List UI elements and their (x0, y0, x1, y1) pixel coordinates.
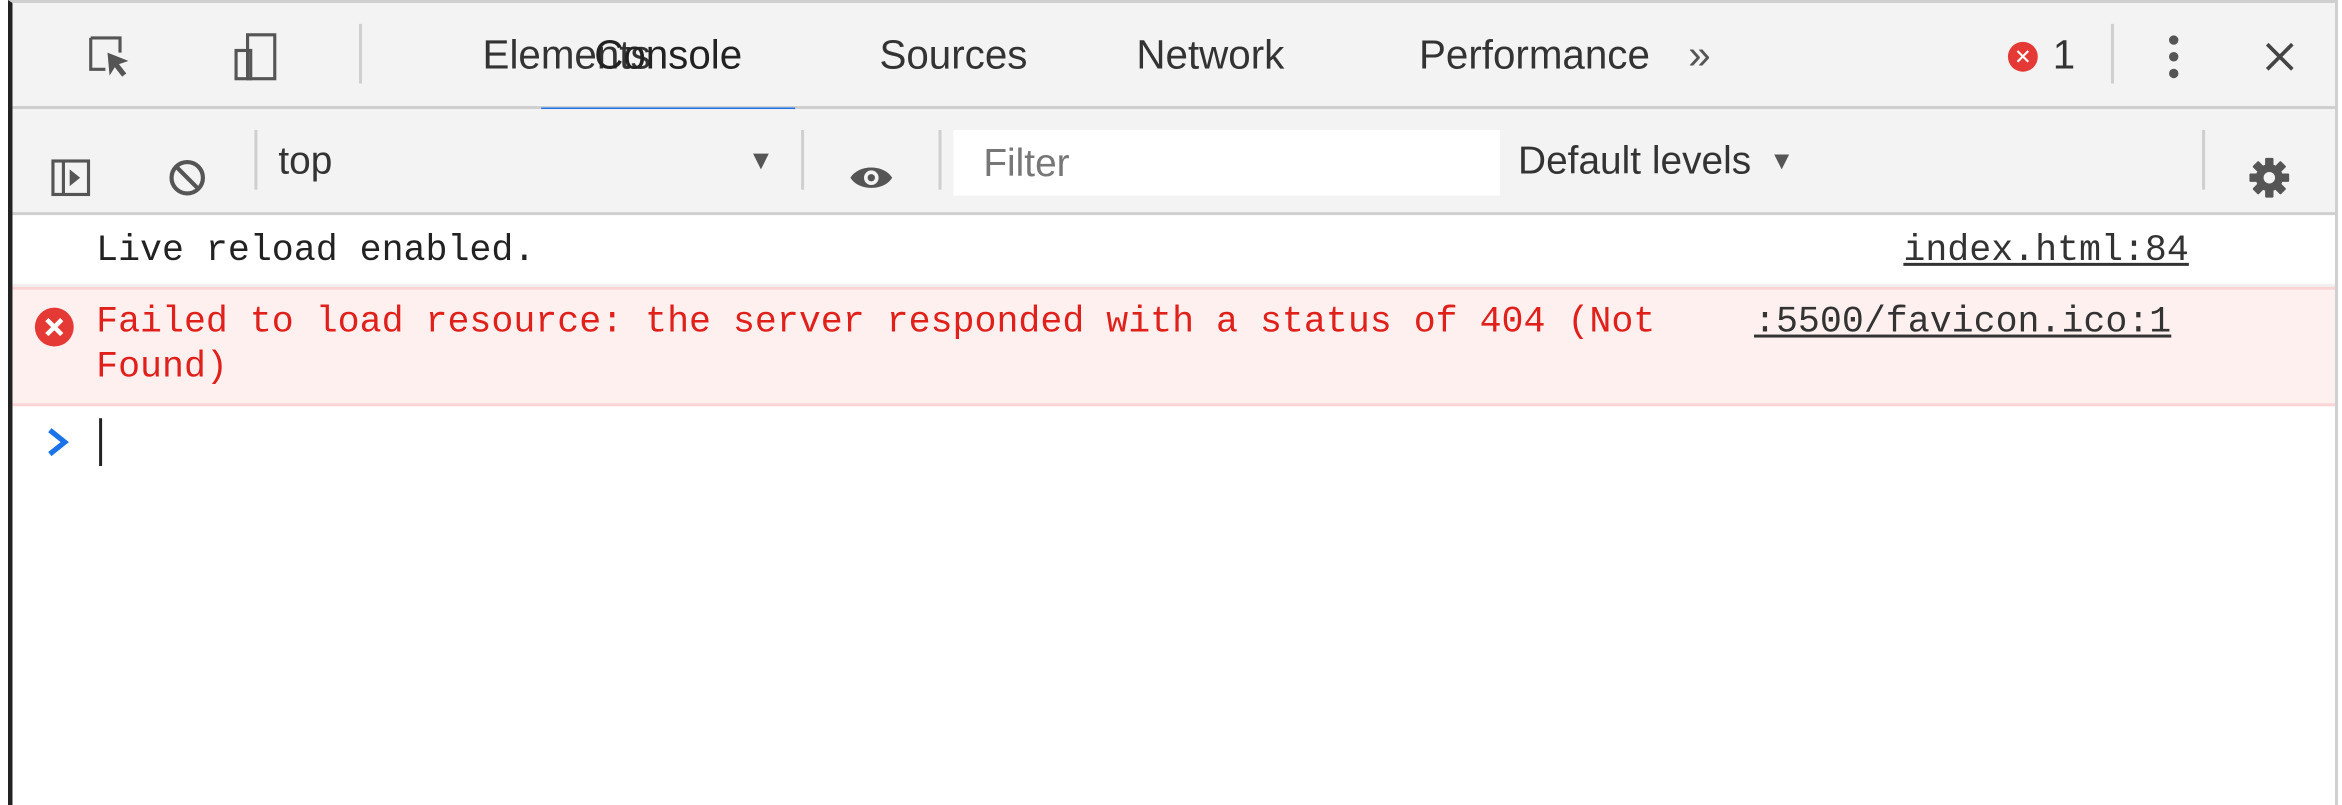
error-icon: ✕ (2007, 41, 2038, 71)
dropdown-arrow-icon: ▼ (747, 144, 775, 175)
more-tabs-button[interactable]: » (1688, 3, 1710, 109)
toolbar-divider (801, 129, 805, 190)
error-count-badge[interactable]: ✕ 1 (2007, 3, 2076, 109)
kebab-menu-icon[interactable] (2151, 24, 2196, 90)
message-text: Live reload enabled. (96, 231, 536, 272)
error-icon (33, 306, 75, 363)
gear-icon[interactable] (2232, 145, 2307, 211)
log-levels-label: Default levels (1518, 137, 1752, 183)
devtools-panel: Elements Console Sources Network Perform… (8, 0, 2339, 805)
console-toolbar: top ▼ Default levels ▼ (12, 109, 2336, 216)
toolbar-divider (254, 129, 258, 190)
console-message-info: Live reload enabled. index.html:84 (12, 215, 2336, 287)
close-icon[interactable] (2250, 24, 2310, 90)
text-cursor (99, 418, 103, 467)
tab-bar-divider (358, 23, 362, 84)
console-prompt[interactable] (12, 406, 2335, 481)
message-source-link[interactable]: index.html:84 (1903, 230, 2188, 275)
message-source-link[interactable]: :5500/favicon.ico:1 (1754, 302, 2171, 347)
tab-network[interactable]: Network (1088, 3, 1333, 109)
dropdown-arrow-icon: ▼ (1769, 145, 1795, 175)
log-levels-dropdown[interactable]: Default levels ▼ (1518, 109, 1794, 212)
tab-performance[interactable]: Performance (1348, 3, 1721, 109)
inspect-element-icon[interactable] (72, 24, 147, 90)
tab-console[interactable]: Console (541, 3, 796, 113)
message-text: Failed to load resource: the server resp… (96, 303, 1656, 389)
context-selector[interactable]: top ▼ (278, 109, 786, 212)
device-toolbar-icon[interactable] (219, 24, 294, 90)
error-count: 1 (2052, 32, 2076, 78)
console-message-error: Failed to load resource: the server resp… (12, 286, 2336, 407)
prompt-chevron-icon (45, 424, 72, 467)
toolbar-divider (2202, 129, 2206, 190)
toolbar-divider (938, 129, 942, 190)
tab-bar-divider (2110, 23, 2114, 84)
devtools-tab-bar: Elements Console Sources Network Perform… (12, 2, 2336, 113)
clear-console-icon[interactable] (150, 145, 225, 211)
show-sidebar-icon[interactable] (33, 145, 108, 211)
filter-input[interactable] (953, 129, 1501, 196)
live-expression-icon[interactable] (834, 145, 909, 211)
context-label: top (278, 137, 333, 183)
tab-sources[interactable]: Sources (834, 3, 1073, 109)
